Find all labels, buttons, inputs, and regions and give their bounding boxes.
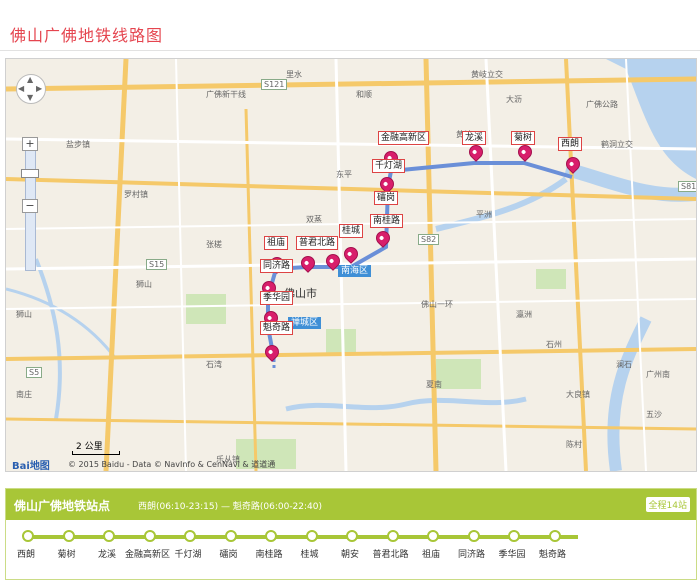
station-dot[interactable] [62, 530, 75, 542]
river [34, 258, 62, 420]
place-label: 盐步镇 [66, 140, 90, 149]
station-label[interactable]: 千灯湖 [372, 159, 406, 173]
service-hours: 西朗(06:10-23:15) — 魁奇路(06:00-22:40) [138, 502, 323, 512]
logo-text: Bai [12, 461, 30, 472]
place-label: 黄岐立交 [471, 70, 503, 79]
river [6, 287, 118, 360]
district-badge: 南海区 [338, 265, 372, 277]
pan-down-icon[interactable]: ▼ [27, 94, 33, 102]
road [625, 59, 647, 471]
page-title: 佛山广佛地铁线路图 [10, 26, 164, 45]
place-label: 石湾 [206, 360, 222, 369]
station-dot[interactable] [386, 530, 399, 542]
panel-title: 佛山广佛地铁站点 [14, 499, 111, 513]
road-badge: S82 [418, 234, 440, 245]
place-label: 东平 [336, 170, 352, 179]
station-dot[interactable] [548, 530, 561, 542]
road [484, 59, 508, 471]
station-label[interactable]: 菊树 [511, 131, 536, 145]
expressway [423, 59, 439, 471]
station-label[interactable]: 金融高新区 [378, 131, 430, 145]
park [186, 294, 226, 324]
map-copyright: © 2015 Baidu - Data © NavInfo & CenNavi … [68, 460, 276, 469]
road-badge: S81 [678, 181, 696, 192]
place-label: 佛山一环 [421, 300, 453, 309]
station-dot[interactable] [305, 530, 318, 542]
station-label[interactable]: 礌岗 [374, 191, 399, 205]
station-label[interactable]: 魁奇路 [260, 321, 294, 335]
station-label[interactable]: 龙溪 [462, 131, 487, 145]
place-label: 和顺 [356, 90, 372, 99]
baidu-logo[interactable]: Bai地图 [12, 457, 50, 472]
place-label: 双蒸 [306, 215, 322, 224]
zoom-out-button[interactable]: − [22, 199, 38, 213]
map-pan-control[interactable]: ▲ ▼ ◀ ▶ [16, 74, 46, 104]
place-label: 澜石 [616, 360, 632, 369]
station-dot[interactable] [224, 530, 237, 542]
expressway [564, 59, 588, 471]
pan-right-icon[interactable]: ▶ [36, 85, 42, 93]
panel-header: 佛山广佛地铁站点 西朗(06:10-23:15) — 魁奇路(06:00-22:… [6, 489, 696, 520]
zoom-in-button[interactable]: + [22, 137, 38, 151]
place-label: 张槎 [206, 240, 222, 249]
road-badge: S5 [26, 367, 43, 378]
place-label: 大良镇 [566, 390, 590, 399]
place-label: 平洲 [476, 210, 492, 219]
place-label: 广州南 [646, 370, 670, 379]
place-label: 夏南 [426, 380, 442, 389]
expressway [6, 76, 696, 92]
place-label: 陈村 [566, 440, 582, 449]
station-label[interactable]: 普君北路 [296, 236, 339, 250]
place-label: 瀛洲 [516, 310, 532, 319]
place-label: 广佛新干线 [206, 90, 246, 99]
station-label[interactable]: 南桂路 [370, 214, 404, 228]
station-panel: 佛山广佛地铁站点 西朗(06:10-23:15) — 魁奇路(06:00-22:… [5, 488, 697, 580]
pan-up-icon[interactable]: ▲ [27, 76, 33, 84]
station-label[interactable]: 祖庙 [264, 236, 289, 250]
station-dot[interactable] [103, 530, 115, 542]
place-label: 狮山 [16, 310, 32, 319]
place-label: 广佛公路 [586, 100, 618, 109]
pan-left-icon[interactable]: ◀ [18, 85, 24, 93]
place-label: 里水 [286, 70, 302, 79]
station-name[interactable]: 魁奇路 [523, 547, 583, 560]
station-dot[interactable] [346, 530, 358, 542]
road [6, 137, 696, 151]
title-divider [0, 50, 700, 51]
station-dot[interactable] [22, 530, 34, 542]
place-label: 大沥 [506, 95, 522, 104]
scale-bar [72, 451, 120, 455]
map-view[interactable]: ▲ ▼ ◀ ▶ + − 广佛新干线 广佛公路 黄岐立交 大沥 和顺 里水 石湾 … [5, 58, 697, 472]
station-dot[interactable] [427, 530, 439, 542]
place-label: 狮山 [136, 280, 152, 289]
place-label: 南庄 [16, 390, 32, 399]
place-label: 五沙 [646, 410, 662, 419]
river [285, 396, 527, 412]
zoom-slider-thumb[interactable] [21, 169, 39, 178]
station-label[interactable]: 同济路 [260, 259, 294, 273]
station-label[interactable]: 西朗 [558, 137, 583, 151]
expressway [244, 108, 258, 471]
station-dot[interactable] [143, 530, 156, 542]
logo-text-map: 地图 [29, 461, 50, 472]
station-count-badge: 全程14站 [645, 497, 690, 512]
road [6, 298, 696, 310]
station-dot[interactable] [184, 530, 196, 542]
station-dot[interactable] [508, 530, 520, 542]
station-dot[interactable] [467, 530, 480, 542]
place-label: 鹤洞立交 [601, 140, 633, 149]
road-badge: S121 [261, 79, 288, 90]
place-label: 罗村镇 [124, 190, 148, 199]
park [436, 359, 481, 389]
river [607, 316, 652, 471]
station-dot[interactable] [265, 530, 277, 542]
station-label[interactable]: 季华园 [260, 291, 294, 305]
park [536, 269, 566, 289]
place-label: 石州 [546, 340, 562, 349]
road-badge: S15 [146, 259, 168, 270]
expressway [103, 59, 129, 471]
station-label[interactable]: 桂城 [339, 224, 364, 238]
park [326, 329, 356, 354]
